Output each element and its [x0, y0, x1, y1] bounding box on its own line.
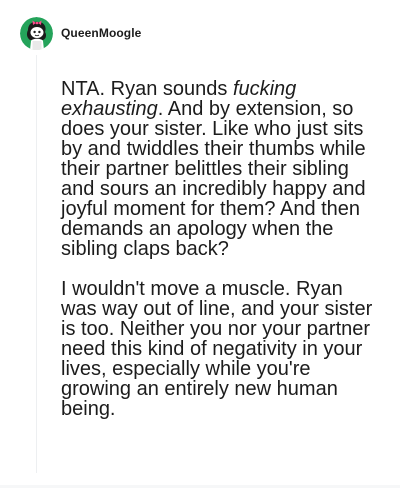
username[interactable]: QueenMoogle	[61, 26, 141, 40]
text-segment: NTA. Ryan sounds	[61, 78, 233, 100]
comment-paragraph-1: NTA. Ryan sounds fucking exhausting. And…	[61, 79, 383, 259]
thread-line[interactable]	[36, 55, 37, 473]
avatar[interactable]	[20, 16, 53, 50]
comment-header: QueenMoogle	[20, 16, 141, 50]
text-segment: . And by extension, so does your sister.…	[61, 98, 366, 260]
comment: QueenMoogle NTA. Ryan sounds fucking exh…	[0, 0, 400, 488]
comment-body: NTA. Ryan sounds fucking exhausting. And…	[61, 79, 383, 419]
reddit-snoo-avatar-icon	[20, 16, 53, 50]
comment-paragraph-2: I wouldn't move a muscle. Ryan was way o…	[61, 278, 373, 420]
